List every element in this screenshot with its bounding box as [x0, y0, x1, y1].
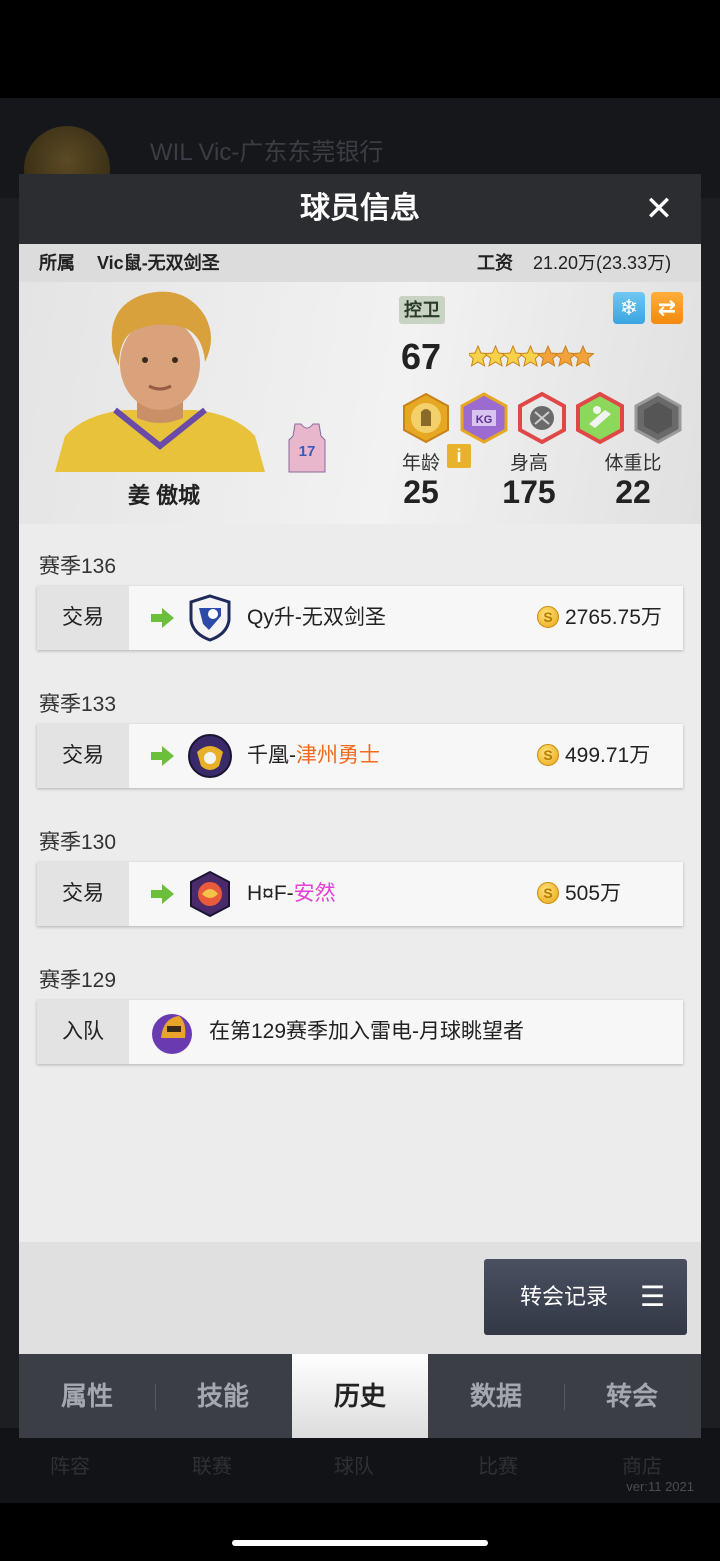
star-icon: [483, 344, 508, 367]
close-button[interactable]: ✕: [637, 187, 681, 231]
coin-icon: S: [537, 744, 559, 766]
position-badge: 控卫: [399, 296, 445, 324]
weight-ratio-value: 22: [615, 474, 651, 510]
menu-icon: ☰: [639, 1281, 665, 1312]
transfer-record-label: 转会记录: [520, 1284, 609, 1309]
team-value: Vic鼠-无双剑圣: [97, 253, 220, 273]
arrow-right-icon: [151, 884, 174, 904]
history-list: 赛季136 交易 Qy升-无双剑圣 S 2765.75万 赛季133 交易 千凰…: [19, 524, 701, 1242]
background-tab: 阵容: [50, 1456, 90, 1478]
kg-badge-icon[interactable]: KG: [459, 392, 509, 444]
star-icon: [501, 344, 525, 367]
version-label: ver:11 2021: [626, 1479, 694, 1494]
modal-header: 球员信息 ✕: [19, 174, 701, 244]
home-indicator[interactable]: [232, 1540, 488, 1546]
locked-badge-icon[interactable]: [633, 392, 683, 444]
background-tab: 球队: [334, 1456, 374, 1478]
star-icon: [553, 344, 578, 367]
history-record[interactable]: 交易 H¤F-安然 S 505万: [37, 862, 683, 926]
arrow-right-icon: [151, 746, 174, 766]
history-record[interactable]: 交易 千凰-津州勇士 S 499.71万: [37, 724, 683, 788]
star-icon: [536, 344, 560, 367]
star-icon: [518, 344, 543, 367]
record-type: 入队: [37, 1000, 129, 1064]
player-rating: 67: [401, 336, 442, 377]
season-label: 赛季129: [39, 969, 117, 992]
team-label: 所属: [39, 253, 75, 273]
trophy-badge-icon[interactable]: [401, 392, 451, 444]
modal-title: 球员信息: [300, 192, 420, 225]
svg-text:KG: KG: [476, 414, 493, 426]
info-icon[interactable]: i: [447, 444, 471, 468]
arrow-right-icon: [151, 608, 174, 628]
height-value: 175: [502, 474, 556, 510]
history-record[interactable]: 入队 在第129赛季加入雷电-月球眺望者: [37, 1000, 683, 1064]
coin-icon: S: [537, 882, 559, 904]
weight-ratio-label: 体重比: [604, 453, 662, 474]
season-label: 赛季136: [39, 555, 117, 578]
player-name: 姜 傲城: [127, 483, 201, 508]
transfer-price: 499.71万: [565, 744, 651, 767]
jersey-number: 17: [299, 443, 316, 460]
tab-bar: 属性 技能 历史 数据 转会: [19, 1354, 701, 1438]
star-icon: [571, 344, 595, 367]
season-label: 赛季133: [39, 693, 117, 716]
background-title: WIL Vic-广东东莞银行: [150, 139, 384, 166]
age-value: 25: [403, 474, 439, 510]
star-icon: [469, 344, 490, 367]
tab-history[interactable]: 历史: [292, 1354, 428, 1438]
height-label: 身高: [509, 453, 548, 474]
team-logo-icon: [189, 594, 231, 642]
coin-icon: S: [537, 606, 559, 628]
join-description: 在第129赛季加入雷电-月球眺望者: [209, 1020, 525, 1043]
salary-value: 21.20万(23.33万): [533, 253, 672, 273]
player-portrait: [55, 291, 265, 472]
transfer-record-button[interactable]: 转会记录 ☰: [484, 1259, 687, 1335]
jersey-icon: 17: [288, 423, 326, 473]
record-type: 交易: [37, 586, 129, 650]
info-bar: 所属 Vic鼠-无双剑圣 工资 21.20万(23.33万): [19, 244, 701, 282]
background-tab: 比赛: [478, 1456, 518, 1478]
ball-badge-icon[interactable]: [517, 392, 567, 444]
star-rating-icon: [469, 344, 595, 367]
player-info-modal: 球员信息 ✕ 所属 Vic鼠-无双剑圣 工资 21.20万(23.33万) 姜 …: [19, 174, 701, 1438]
tab-transfer[interactable]: 转会: [564, 1354, 700, 1438]
team-name: H¤F-安然: [247, 882, 336, 905]
team-logo-icon: [188, 734, 232, 778]
salary-label: 工资: [477, 253, 513, 273]
season-label: 赛季130: [39, 831, 117, 854]
tab-stats[interactable]: 数据: [428, 1354, 564, 1438]
player-profile: 姜 傲城 17 控卫 ❄ ⇄ 67 KG 年龄 i 25 身高 175 体重比 …: [19, 282, 701, 524]
team-name: Qy升-无双剑圣: [247, 606, 386, 629]
swap-icon[interactable]: ⇄: [651, 292, 683, 324]
transfer-price: 2765.75万: [565, 606, 662, 629]
background-tab: 商店: [622, 1456, 662, 1478]
background-tab: 联赛: [192, 1456, 232, 1478]
team-name: 千凰-津州勇士: [247, 744, 380, 767]
wrench-badge-icon[interactable]: [575, 392, 625, 444]
history-record[interactable]: 交易 Qy升-无双剑圣 S 2765.75万: [37, 586, 683, 650]
transfer-price: 505万: [565, 882, 622, 905]
team-logo-icon: [152, 1014, 192, 1054]
tab-attributes[interactable]: 属性: [19, 1354, 155, 1438]
team-logo-icon: [190, 870, 230, 918]
record-type: 交易: [37, 862, 129, 926]
record-type: 交易: [37, 724, 129, 788]
snowflake-icon[interactable]: ❄: [613, 292, 645, 324]
tab-skills[interactable]: 技能: [155, 1354, 291, 1438]
